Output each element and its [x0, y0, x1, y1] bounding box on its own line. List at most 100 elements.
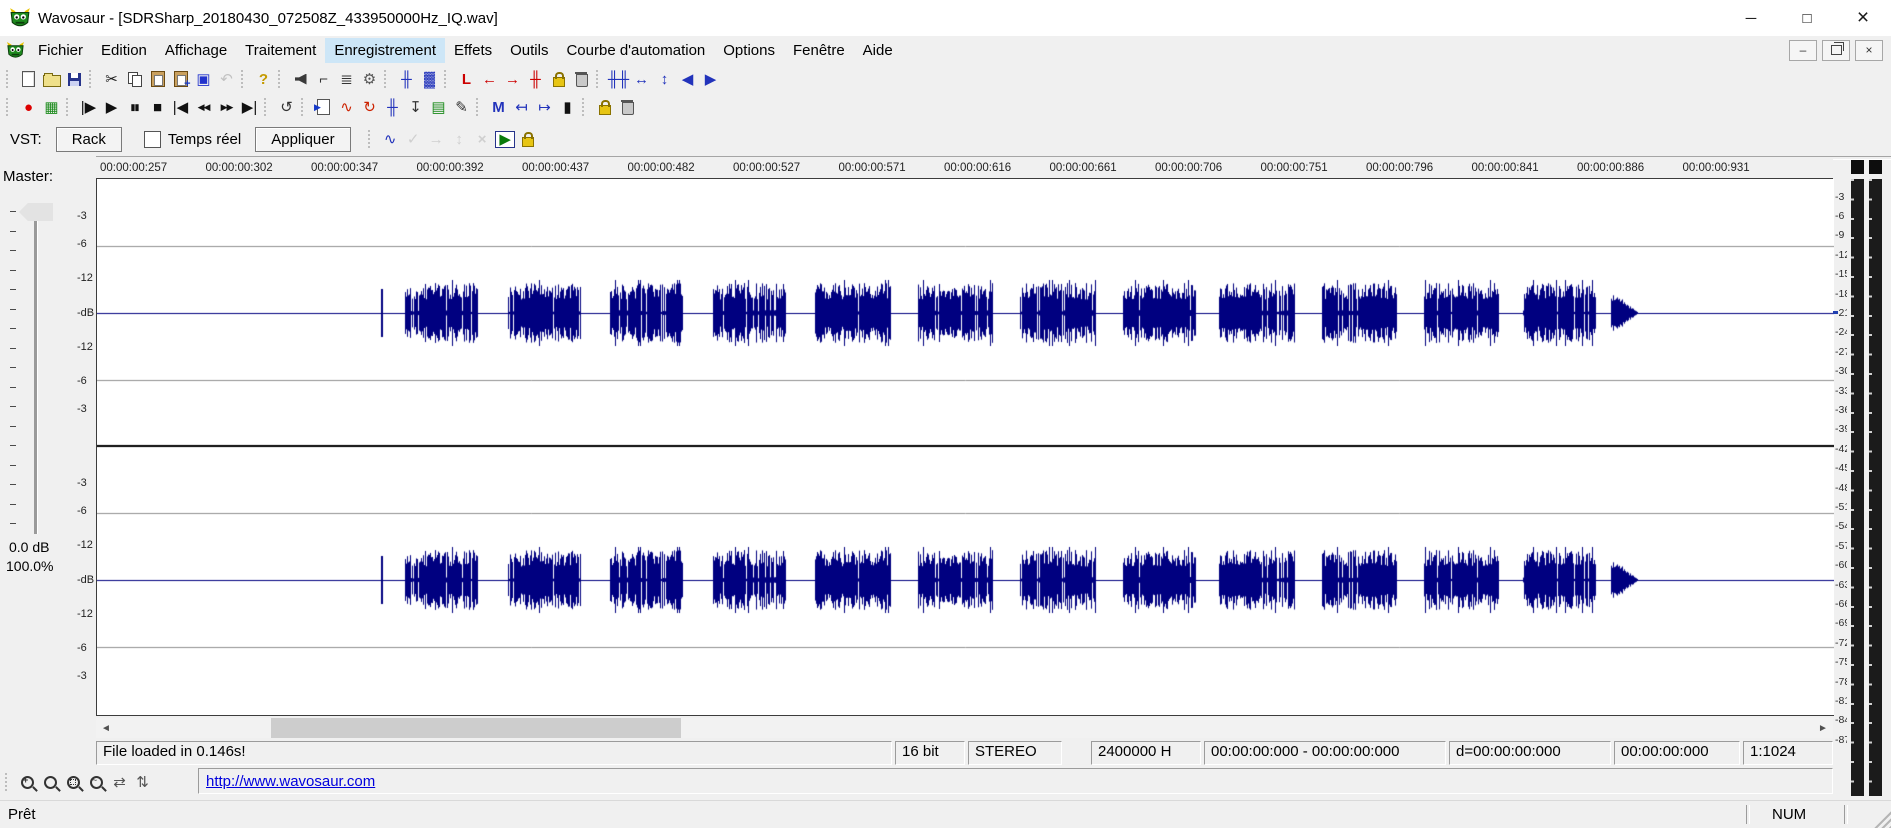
mdi-close-button[interactable]: ×: [1855, 40, 1883, 61]
next-view-button[interactable]: ▶: [699, 68, 722, 90]
zoom-vertical-button[interactable]: ⇅: [131, 771, 154, 793]
menu-traitement[interactable]: Traitement: [236, 38, 325, 63]
zoom-wave-button[interactable]: [85, 771, 108, 793]
monitor-audio-button[interactable]: [289, 68, 312, 90]
zoom-out-button[interactable]: [39, 771, 62, 793]
wavosaur-website-link[interactable]: http://www.wavosaur.com: [206, 773, 375, 790]
copy-button[interactable]: [123, 68, 146, 90]
waveform-canvas[interactable]: [97, 179, 1834, 715]
go-to-end-icon: ▶|: [242, 100, 257, 115]
paste-mix-button[interactable]: ▣: [192, 68, 215, 90]
go-to-start-button[interactable]: |◀: [169, 96, 192, 118]
cut-button[interactable]: ✂: [100, 68, 123, 90]
channel-db-label: -12: [77, 608, 96, 620]
audio-config-button[interactable]: ⚙: [358, 68, 381, 90]
lock-file-button[interactable]: [593, 96, 616, 118]
menu-aide[interactable]: Aide: [854, 38, 902, 63]
minimize-button[interactable]: ─: [1723, 0, 1779, 36]
scrollbar-thumb[interactable]: [271, 718, 681, 738]
paste-button[interactable]: [146, 68, 169, 90]
mdi-minimize-button[interactable]: –: [1789, 40, 1817, 61]
realtime-checkbox[interactable]: [144, 131, 161, 148]
shift-left-button[interactable]: ←: [478, 68, 501, 90]
record-options-button[interactable]: ▦: [40, 96, 63, 118]
markers-grid-button[interactable]: ╫╫: [607, 68, 630, 90]
stop-button[interactable]: ■: [146, 96, 169, 118]
rewind-button[interactable]: ◀◀: [192, 96, 215, 118]
menu-options[interactable]: Options: [714, 38, 784, 63]
file-info-button[interactable]: ≣: [335, 68, 358, 90]
menu-enregistrement[interactable]: Enregistrement: [325, 38, 445, 63]
pause-button[interactable]: ▮▮: [123, 96, 146, 118]
play-button[interactable]: ▶: [100, 96, 123, 118]
pause-icon: ▮▮: [131, 103, 139, 112]
fader-tick: [10, 406, 16, 407]
timeline-ruler[interactable]: 00:00:00:25700:00:00:30200:00:00:34700:0…: [96, 158, 1833, 179]
zoom-in-button[interactable]: [16, 771, 39, 793]
fit-height-button[interactable]: ↕: [653, 68, 676, 90]
maximize-button[interactable]: □: [1779, 0, 1835, 36]
prev-marker-button[interactable]: ↤: [510, 96, 533, 118]
status-separator: [1844, 805, 1848, 824]
master-fader-handle[interactable]: [19, 203, 53, 221]
toolbar-separator: [5, 773, 11, 791]
resample-button[interactable]: ∿: [335, 96, 358, 118]
statistics-button[interactable]: ╫: [381, 96, 404, 118]
scroll-left-button[interactable]: ◄: [96, 718, 116, 738]
loop-playback-button[interactable]: ↺: [275, 96, 298, 118]
lock-button[interactable]: [547, 68, 570, 90]
menu-edition[interactable]: Edition: [92, 38, 156, 63]
scroll-right-button[interactable]: ►: [1813, 718, 1833, 738]
automation-play-button[interactable]: ▶: [494, 128, 517, 150]
paste-insert-button[interactable]: [169, 68, 192, 90]
envelope-view-button[interactable]: ▓: [418, 68, 441, 90]
next-marker-button[interactable]: ↦: [533, 96, 556, 118]
insert-audio-button[interactable]: [312, 96, 335, 118]
menu-fichier[interactable]: Fichier: [29, 38, 92, 63]
zoom-horizontal-button[interactable]: ⇄: [108, 771, 131, 793]
fast-forward-button[interactable]: ▶▶: [215, 96, 238, 118]
playlist-button[interactable]: ▤: [427, 96, 450, 118]
open-file-button[interactable]: [40, 68, 63, 90]
loop-sample-button[interactable]: ⌐: [312, 68, 335, 90]
save-file-button[interactable]: [63, 68, 86, 90]
markers-all-button[interactable]: ╫: [524, 68, 547, 90]
draw-mode-button[interactable]: ✎: [450, 96, 473, 118]
close-button[interactable]: ×: [1835, 0, 1891, 36]
shift-right-button[interactable]: →: [501, 68, 524, 90]
menu-effets[interactable]: Effets: [445, 38, 501, 63]
vst-rack-button[interactable]: Rack: [56, 127, 122, 152]
ruler-timestamp: 00:00:00:527: [733, 162, 800, 174]
menu-outils[interactable]: Outils: [501, 38, 557, 63]
automation-lock-button[interactable]: [517, 128, 540, 150]
toolbar-separator: [241, 70, 247, 88]
realtime-option: Temps réel: [144, 131, 241, 148]
delete-button[interactable]: [570, 68, 593, 90]
vst-apply-button[interactable]: Appliquer: [255, 127, 350, 152]
master-fader-track[interactable]: [34, 214, 38, 534]
fit-width-button[interactable]: ↔: [630, 68, 653, 90]
markers-to-selection-button[interactable]: ▮: [556, 96, 579, 118]
menu-fen-tre[interactable]: Fenêtre: [784, 38, 854, 63]
add-marker-button[interactable]: M: [487, 96, 510, 118]
help-button[interactable]: ?: [252, 68, 275, 90]
ruler-timestamp: 00:00:00:571: [839, 162, 906, 174]
record-button[interactable]: ●: [17, 96, 40, 118]
delete-file-button[interactable]: [616, 96, 639, 118]
menu-courbe-d-automation[interactable]: Courbe d'automation: [557, 38, 714, 63]
normalize-button[interactable]: ↧: [404, 96, 427, 118]
go-to-end-button[interactable]: ▶|: [238, 96, 261, 118]
mdi-restore-button[interactable]: [1822, 40, 1850, 61]
batch-convert-button[interactable]: ↻: [358, 96, 381, 118]
prev-view-button[interactable]: ◀: [676, 68, 699, 90]
new-file-button[interactable]: [17, 68, 40, 90]
zoom-selection-button[interactable]: [62, 771, 85, 793]
automation-curve-button[interactable]: ∿: [379, 128, 402, 150]
marker-flag-button[interactable]: L: [455, 68, 478, 90]
peaks-view-button[interactable]: ╫: [395, 68, 418, 90]
horizontal-scrollbar[interactable]: ◄ ►: [96, 718, 1833, 738]
resize-grip[interactable]: [1873, 811, 1891, 828]
menu-affichage[interactable]: Affichage: [156, 38, 236, 63]
play-from-cursor-button[interactable]: |▶: [77, 96, 100, 118]
channel-db-label: -3: [77, 403, 96, 415]
